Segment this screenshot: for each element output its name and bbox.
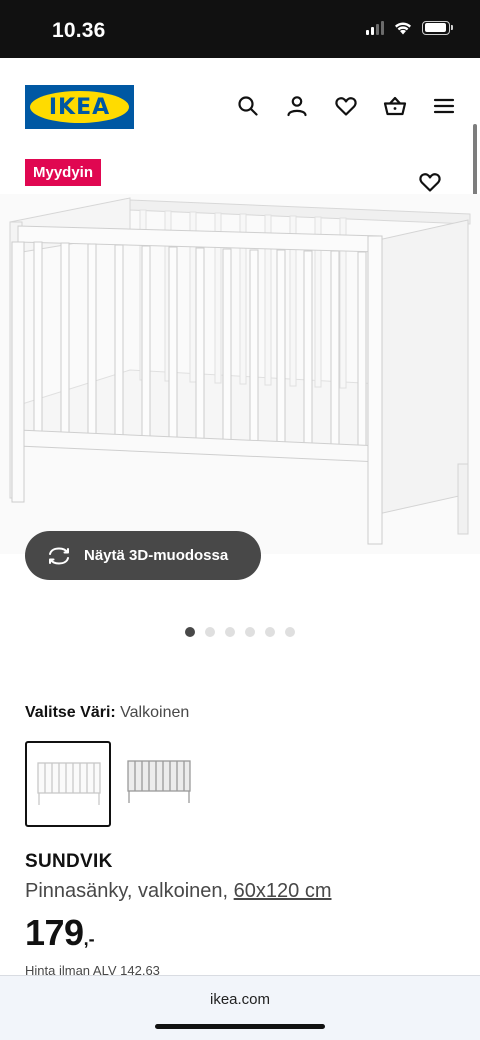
ikea-logo[interactable]: IKEA [25, 85, 134, 129]
view-3d-button[interactable]: Näytä 3D-muodossa [25, 531, 261, 580]
product-image[interactable] [0, 194, 480, 554]
favourite-heart-icon[interactable] [418, 170, 442, 194]
view-3d-label: Näytä 3D-muodossa [84, 547, 229, 564]
product-description-text: Pinnasänky, valkoinen, [25, 880, 229, 902]
gallery-dot[interactable] [265, 627, 275, 637]
product-price: 179 ,- [25, 912, 95, 954]
search-icon[interactable] [236, 94, 260, 118]
wifi-icon [395, 22, 411, 35]
home-indicator[interactable] [155, 1024, 325, 1029]
color-swatch-grey[interactable] [117, 741, 203, 827]
heart-icon[interactable] [334, 94, 358, 118]
product-description: Pinnasänky, valkoinen, 60x120 cm [25, 880, 332, 903]
menu-icon[interactable] [432, 94, 456, 118]
product-size-link[interactable]: 60x120 cm [234, 880, 332, 902]
color-swatch-white[interactable] [25, 741, 111, 827]
signal-icon [366, 20, 384, 35]
gallery-dot[interactable] [205, 627, 215, 637]
battery-icon [422, 20, 453, 35]
header-actions [236, 94, 456, 118]
status-icons [366, 20, 453, 35]
color-value: Valkoinen [120, 704, 190, 721]
gallery-dot[interactable] [225, 627, 235, 637]
gallery-dot[interactable] [245, 627, 255, 637]
color-label: Valitse Väri: [25, 704, 116, 721]
address-url[interactable]: ikea.com [0, 991, 480, 1008]
user-icon[interactable] [285, 94, 309, 118]
price-decimal: ,- [83, 929, 95, 949]
site-header: IKEA [0, 58, 480, 154]
browser-address-bar: ikea.com [0, 975, 480, 1040]
logo-text: IKEA [48, 94, 111, 120]
gallery-dot[interactable] [185, 627, 195, 637]
white-crib-thumbnail [37, 762, 101, 805]
price-integer: 179 [25, 912, 84, 953]
gallery-pagination [185, 627, 295, 637]
rotate-3d-icon [49, 547, 69, 564]
color-selector-label: Valitse Väri: Valkoinen [25, 704, 189, 722]
product-name: SUNDVIK [25, 851, 113, 872]
grey-crib-thumbnail [127, 760, 191, 803]
status-time: 10.36 [52, 19, 106, 42]
bestseller-badge: Myydyin [25, 159, 102, 186]
gallery-dot[interactable] [285, 627, 295, 637]
product-gallery: Myydyin Näytä 3D-muodossa [0, 154, 480, 654]
status-bar: 10.36 [0, 0, 480, 58]
basket-icon[interactable] [383, 94, 407, 118]
